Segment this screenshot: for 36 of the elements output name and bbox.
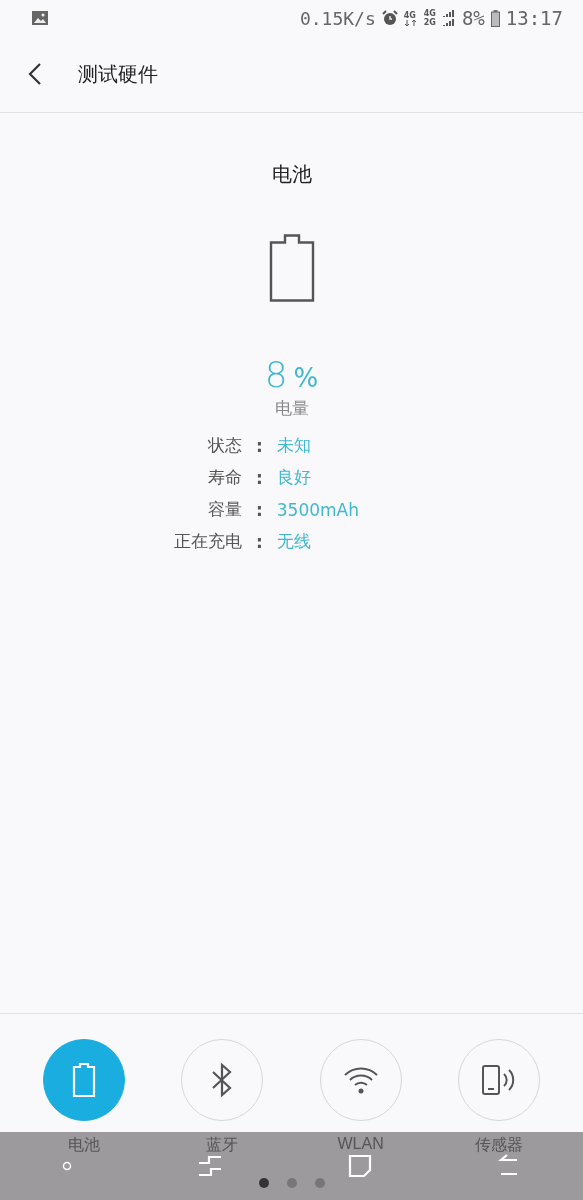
alarm-icon: [381, 10, 398, 26]
network-type: 4G: [403, 10, 417, 20]
clock: 13:17: [505, 7, 563, 29]
separator: :: [255, 531, 263, 552]
network-type: 2G: [423, 18, 436, 27]
dot-button[interactable]: [62, 1161, 73, 1171]
separator: :: [255, 499, 263, 520]
detail-label: 容量: [206, 498, 242, 521]
percent-sign: %: [293, 363, 319, 393]
detail-value: 无线: [276, 530, 312, 553]
network-type: 4G: [423, 9, 436, 18]
page-title: 测试硬件: [78, 60, 158, 88]
battery-level: 8: [264, 354, 288, 395]
battery-icon: [268, 234, 315, 302]
separator: :: [255, 467, 263, 488]
image-icon: [32, 11, 48, 25]
recent-apps-button[interactable]: [197, 1154, 224, 1178]
detail-value: 3500mAh: [276, 499, 359, 520]
battery-icon: [490, 9, 500, 27]
network-speed: 0.15K/s: [299, 7, 376, 29]
data-arrows-icon: [403, 19, 418, 26]
level-label: 电量: [274, 397, 309, 420]
detail-label: 寿命: [206, 466, 242, 489]
wifi-icon: [342, 1066, 379, 1094]
separator: :: [255, 435, 263, 456]
detail-label: 状态: [206, 434, 242, 457]
detail-value: 良好: [276, 466, 312, 489]
detail-value: 未知: [276, 434, 312, 457]
back-button[interactable]: [28, 62, 42, 86]
home-button[interactable]: [347, 1154, 372, 1178]
section-title: 电池: [271, 161, 312, 188]
signal-icon: [441, 9, 456, 27]
battery-percent: 8%: [461, 7, 485, 29]
phone-vibration-icon: [480, 1064, 517, 1096]
detail-label: 正在充电: [173, 530, 242, 553]
battery-icon: [71, 1062, 98, 1098]
